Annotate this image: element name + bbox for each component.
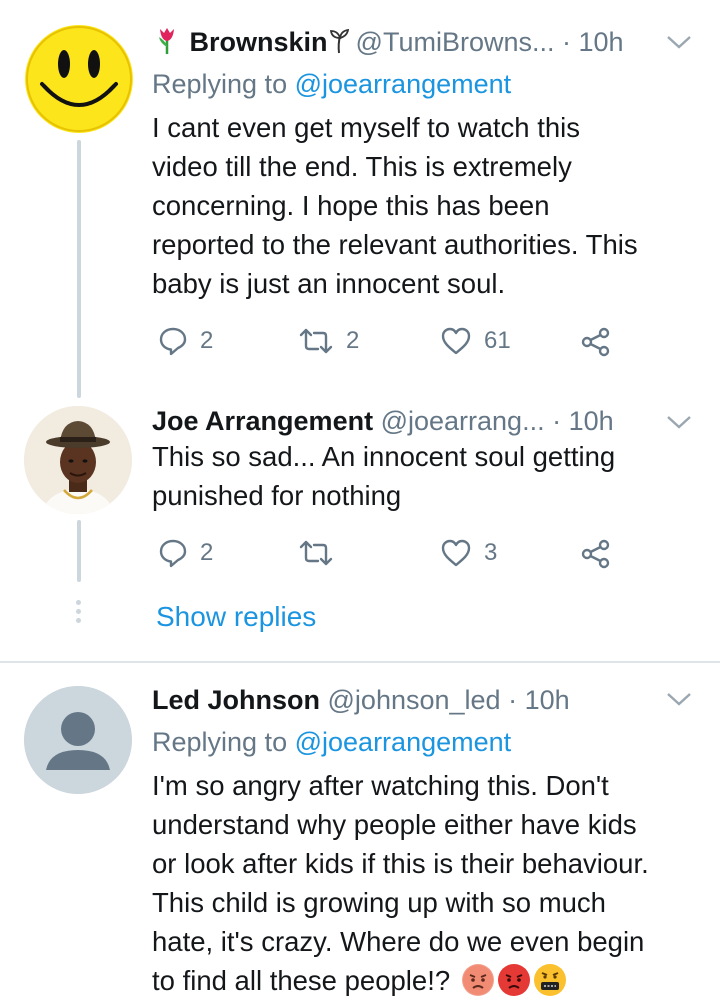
user-handle[interactable]: @joearrang... — [381, 406, 545, 436]
chevron-down-icon[interactable] — [664, 412, 694, 432]
replying-to: Replying to @joearrangement — [152, 725, 511, 759]
mention-link[interactable]: @joearrangement — [295, 69, 512, 99]
display-name[interactable]: Led Johnson — [152, 685, 320, 715]
tweet-header: Brownskin @TumiBrowns... · 10h — [152, 25, 624, 59]
replying-to-label: Replying to — [152, 727, 288, 757]
tweet-text-line: I cant even get myself to watch this — [152, 112, 580, 143]
mention-link[interactable]: @joearrangement — [295, 727, 512, 757]
display-name[interactable]: Joe Arrangement — [152, 406, 373, 436]
tweet-text-line: video till the end. This is extremely — [152, 151, 572, 182]
reply-count: 2 — [200, 539, 214, 566]
tweet-text-line: concerning. I hope this has been — [152, 190, 550, 221]
replying-to-label: Replying to — [152, 69, 288, 99]
retweet-icon — [299, 328, 333, 354]
tulip-icon — [159, 28, 174, 54]
tweet-header: Joe Arrangement @joearrang... · 10h — [152, 404, 614, 438]
avatar-smiley[interactable] — [24, 24, 134, 134]
tweet-text-line: baby is just an innocent soul. — [152, 268, 506, 299]
heart-icon — [441, 327, 471, 355]
reply-count: 2 — [200, 327, 214, 354]
replying-to: Replying to @joearrangement — [152, 67, 511, 101]
angry-face-icon — [461, 964, 494, 996]
share-icon[interactable] — [580, 539, 612, 569]
avatar-joe[interactable] — [24, 406, 132, 514]
display-name[interactable]: Brownskin — [190, 27, 328, 57]
cursing-face-icon — [533, 964, 566, 996]
retweet-count: 2 — [346, 327, 360, 354]
tweet-text-line: hate, it's crazy. Where do we even begin — [152, 926, 645, 957]
timestamp[interactable]: · 10h — [552, 406, 614, 436]
tweet-text-line: This child is growing up with so much — [152, 887, 606, 918]
smiley-avatar-icon — [25, 25, 133, 133]
reply-icon — [159, 539, 187, 568]
default-profile-icon — [24, 686, 132, 794]
share-icon[interactable] — [580, 327, 612, 357]
timestamp[interactable]: · 10h — [508, 685, 570, 715]
tweet-text-line: or look after kids if this is their beha… — [152, 848, 649, 879]
reply-icon — [159, 327, 187, 356]
like-count: 3 — [484, 539, 498, 566]
reply-button[interactable]: 2 — [158, 326, 213, 356]
tweet-text-line: This so sad... An innocent soul getting — [152, 441, 616, 472]
user-handle[interactable]: @TumiBrowns... — [356, 27, 555, 57]
tweet-text-line: reported to the relevant authorities. Th… — [152, 229, 638, 260]
tweet-text-line: I'm so angry after watching this. Don't — [152, 770, 609, 801]
thread-line — [77, 520, 81, 582]
retweet-icon — [299, 540, 333, 566]
retweet-button[interactable] — [298, 538, 346, 568]
tweet-text-line: to find all these people!? — [152, 965, 451, 996]
tweet-text-line: understand why people either have kids — [152, 809, 637, 840]
thread-dots — [76, 600, 82, 623]
herb-icon — [329, 28, 349, 54]
tweet-text-line-last: to find all these people!? — [152, 962, 566, 1001]
retweet-button[interactable]: 2 — [298, 326, 359, 356]
divider — [0, 661, 720, 663]
thread-line — [77, 140, 81, 398]
like-button[interactable]: 3 — [440, 538, 497, 568]
show-replies-link[interactable]: Show replies — [156, 600, 316, 634]
pouting-face-icon — [497, 964, 530, 996]
like-button[interactable]: 61 — [440, 326, 511, 356]
like-count: 61 — [484, 327, 511, 354]
person-hat-avatar-icon — [24, 406, 132, 514]
timestamp[interactable]: · 10h — [562, 27, 624, 57]
user-handle[interactable]: @johnson_led — [328, 685, 501, 715]
chevron-down-icon[interactable] — [664, 32, 694, 52]
heart-icon — [441, 539, 471, 567]
reply-button[interactable]: 2 — [158, 538, 213, 568]
avatar-default[interactable] — [24, 686, 132, 794]
chevron-down-icon[interactable] — [664, 689, 694, 709]
tweet-header: Led Johnson @johnson_led · 10h — [152, 683, 570, 717]
tweet-text-line: punished for nothing — [152, 480, 402, 511]
